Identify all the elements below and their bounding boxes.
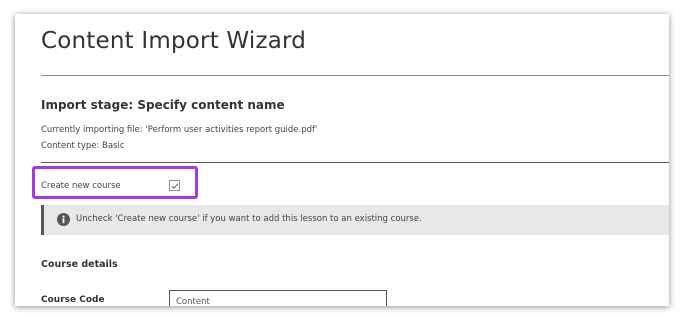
title-divider	[41, 75, 669, 76]
page-title: Content Import Wizard	[41, 28, 307, 54]
create-new-course-checkbox[interactable]	[169, 180, 180, 191]
checkmark-icon	[171, 183, 179, 190]
importing-file-text: Currently importing file: 'Perform user …	[41, 125, 318, 135]
course-code-label: Course Code	[41, 295, 105, 305]
section-divider	[41, 162, 669, 163]
info-icon	[57, 213, 70, 226]
course-details-heading: Course details	[41, 259, 118, 270]
stage-heading: Import stage: Specify content name	[41, 98, 285, 112]
info-message-text: Uncheck 'Create new course' if you want …	[76, 214, 422, 224]
create-new-course-label: Create new course	[41, 181, 121, 191]
content-type-text: Content type: Basic	[41, 141, 125, 151]
info-message-bar: Uncheck 'Create new course' if you want …	[41, 205, 669, 235]
course-code-input[interactable]	[169, 290, 387, 306]
wizard-window: Content Import Wizard Import stage: Spec…	[15, 14, 669, 306]
